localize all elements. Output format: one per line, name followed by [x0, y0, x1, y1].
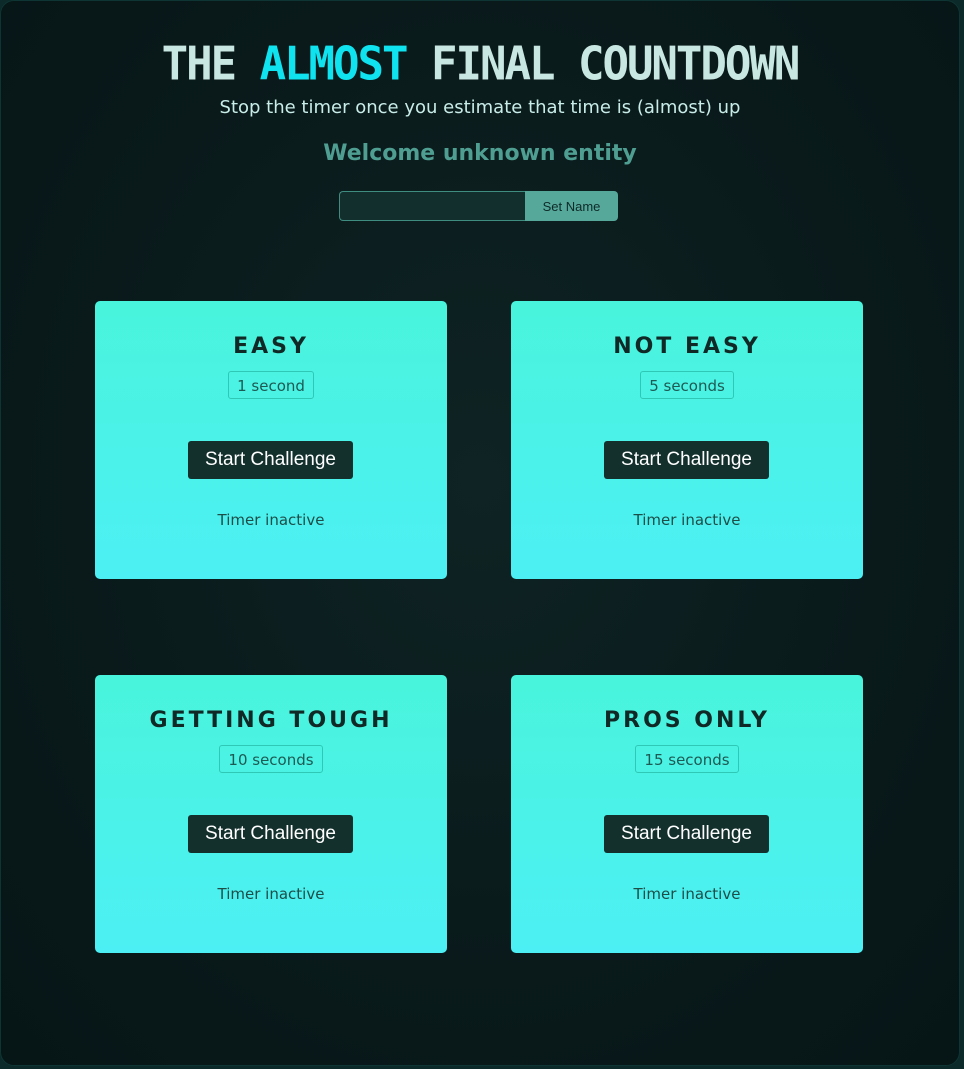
duration-badge: 15 seconds	[635, 745, 739, 773]
duration-badge: 10 seconds	[219, 745, 323, 773]
timer-status: Timer inactive	[633, 885, 741, 903]
title-part-2: FINAL COUNTDOWN	[406, 37, 800, 92]
start-challenge-button[interactable]: Start Challenge	[188, 441, 353, 479]
set-name-button[interactable]: Set Name	[525, 191, 618, 221]
title-accent: ALMOST	[259, 37, 409, 92]
name-form: Set Name	[339, 191, 618, 221]
welcome-message: Welcome unknown entity	[323, 141, 637, 166]
challenge-title: GETTING TOUGH	[149, 708, 393, 733]
challenge-card-not-easy: NOT EASY 5 seconds Start Challenge Timer…	[511, 301, 863, 579]
start-challenge-button[interactable]: Start Challenge	[604, 815, 769, 853]
duration-badge: 1 second	[228, 371, 314, 399]
duration-badge-wrap: 10 seconds	[95, 745, 447, 773]
page-subtitle: Stop the timer once you estimate that ti…	[219, 97, 741, 118]
start-challenge-button[interactable]: Start Challenge	[604, 441, 769, 479]
timer-status: Timer inactive	[217, 511, 325, 529]
page-title: THE ALMOST FINAL COUNTDOWN	[1, 38, 959, 93]
start-challenge-button[interactable]: Start Challenge	[188, 815, 353, 853]
duration-badge-wrap: 5 seconds	[511, 371, 863, 399]
app-container: THE ALMOST FINAL COUNTDOWN Stop the time…	[0, 0, 960, 1066]
challenge-title: NOT EASY	[613, 334, 761, 359]
challenge-card-getting-tough: GETTING TOUGH 10 seconds Start Challenge…	[95, 675, 447, 953]
challenge-title: PROS ONLY	[604, 708, 770, 733]
title-part-1: THE	[161, 37, 260, 92]
name-input[interactable]	[339, 191, 525, 221]
duration-badge-wrap: 15 seconds	[511, 745, 863, 773]
timer-status: Timer inactive	[633, 511, 741, 529]
challenge-card-pros-only: PROS ONLY 15 seconds Start Challenge Tim…	[511, 675, 863, 953]
challenge-title: EASY	[233, 334, 309, 359]
timer-status: Timer inactive	[217, 885, 325, 903]
duration-badge: 5 seconds	[640, 371, 734, 399]
challenge-card-easy: EASY 1 second Start Challenge Timer inac…	[95, 301, 447, 579]
duration-badge-wrap: 1 second	[95, 371, 447, 399]
